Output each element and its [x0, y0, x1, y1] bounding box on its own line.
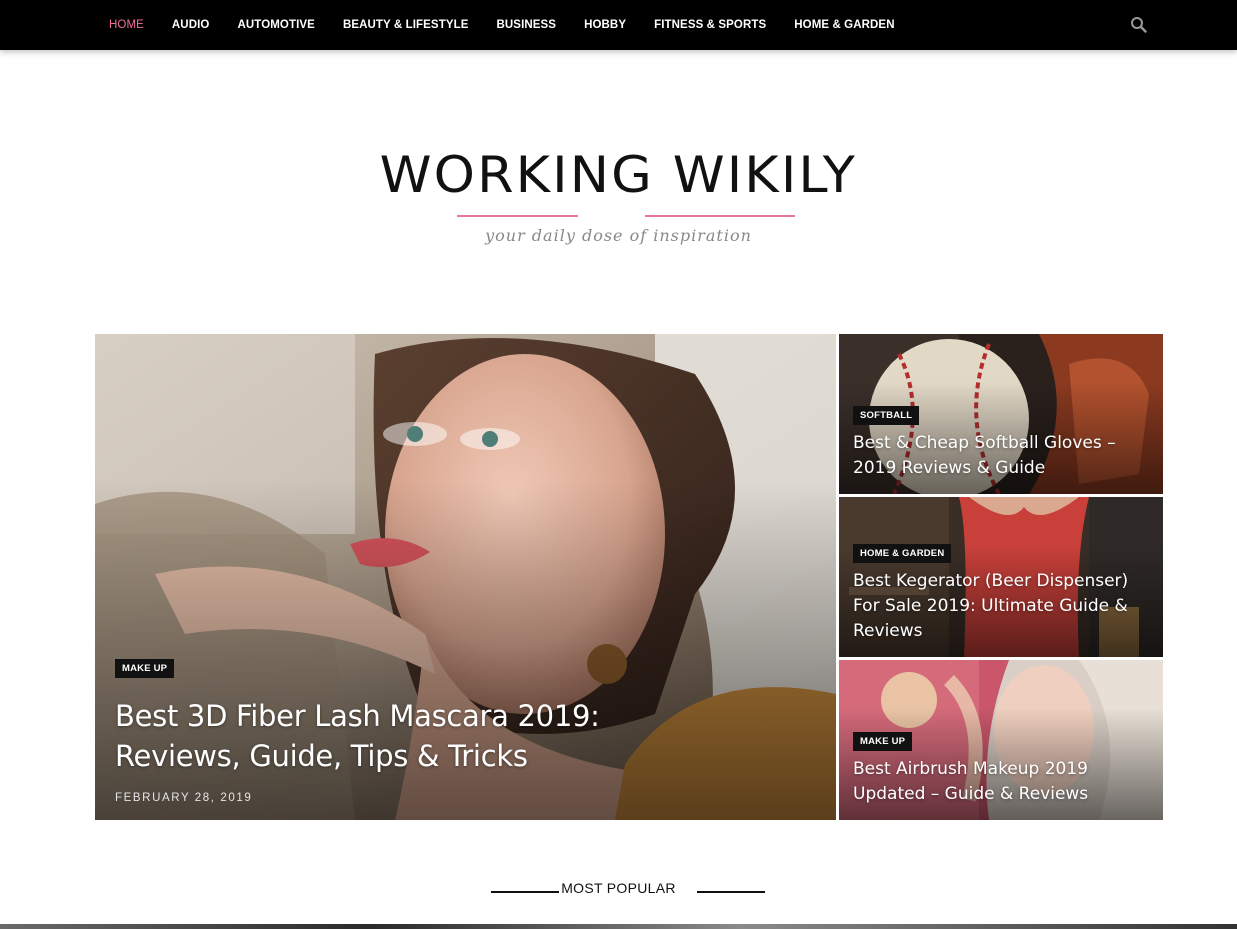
nav-item-audio[interactable]: AUDIO [158, 19, 224, 31]
site-title[interactable]: WORKING WIKILY [380, 140, 857, 210]
nav-menu: HOME AUDIO AUTOMOTIVE BEAUTY & LIFESTYLE… [95, 0, 909, 50]
search-icon [1131, 17, 1147, 33]
logo-underline-left [457, 215, 578, 217]
nav-item-home[interactable]: HOME [95, 19, 158, 31]
site-logo[interactable]: WORKING WIKILY [0, 140, 1237, 210]
section-heading-line-right [697, 891, 765, 893]
popular-posts-strip [0, 924, 1237, 929]
nav-item-automotive[interactable]: AUTOMOTIVE [223, 19, 328, 31]
nav-item-home-garden[interactable]: HOME & GARDEN [780, 19, 908, 31]
section-heading: MOST POPULAR [0, 880, 1237, 898]
search-button[interactable] [1128, 14, 1150, 36]
featured-post-date: FEBRUARY 28, 2019 [115, 792, 253, 804]
top-navigation: HOME AUDIO AUTOMOTIVE BEAUTY & LIFESTYLE… [0, 0, 1237, 50]
nav-item-beauty-lifestyle[interactable]: BEAUTY & LIFESTYLE [329, 19, 483, 31]
side-post-category-3[interactable]: MAKE UP [853, 732, 913, 751]
side-post-category-2[interactable]: HOME & GARDEN [853, 544, 952, 563]
featured-post-card[interactable]: MAKE UP Best 3D Fiber Lash Mascara 2019:… [95, 334, 836, 820]
featured-post-category[interactable]: MAKE UP [115, 659, 175, 678]
side-post-card-3[interactable]: MAKE UP Best Airbrush Makeup 2019 Update… [839, 660, 1163, 820]
side-post-card-2[interactable]: HOME & GARDEN Best Kegerator (Beer Dispe… [839, 497, 1163, 657]
side-post-category-1[interactable]: SOFTBALL [853, 406, 920, 425]
side-post-title-2[interactable]: Best Kegerator (Beer Dispenser) For Sale… [853, 569, 1153, 644]
section-heading-label: MOST POPULAR [561, 880, 676, 896]
side-post-title-1[interactable]: Best & Cheap Softball Gloves – 2019 Revi… [853, 431, 1153, 481]
nav-item-fitness-sports[interactable]: FITNESS & SPORTS [640, 19, 780, 31]
side-post-title-3[interactable]: Best Airbrush Makeup 2019 Updated – Guid… [853, 757, 1153, 807]
side-post-card-1[interactable]: SOFTBALL Best & Cheap Softball Gloves – … [839, 334, 1163, 494]
nav-item-hobby[interactable]: HOBBY [570, 19, 640, 31]
site-tagline: your daily dose of inspiration [485, 226, 752, 245]
nav-item-business[interactable]: BUSINESS [482, 19, 570, 31]
featured-post-title[interactable]: Best 3D Fiber Lash Mascara 2019: Reviews… [115, 696, 715, 776]
logo-underline-right [645, 215, 795, 217]
